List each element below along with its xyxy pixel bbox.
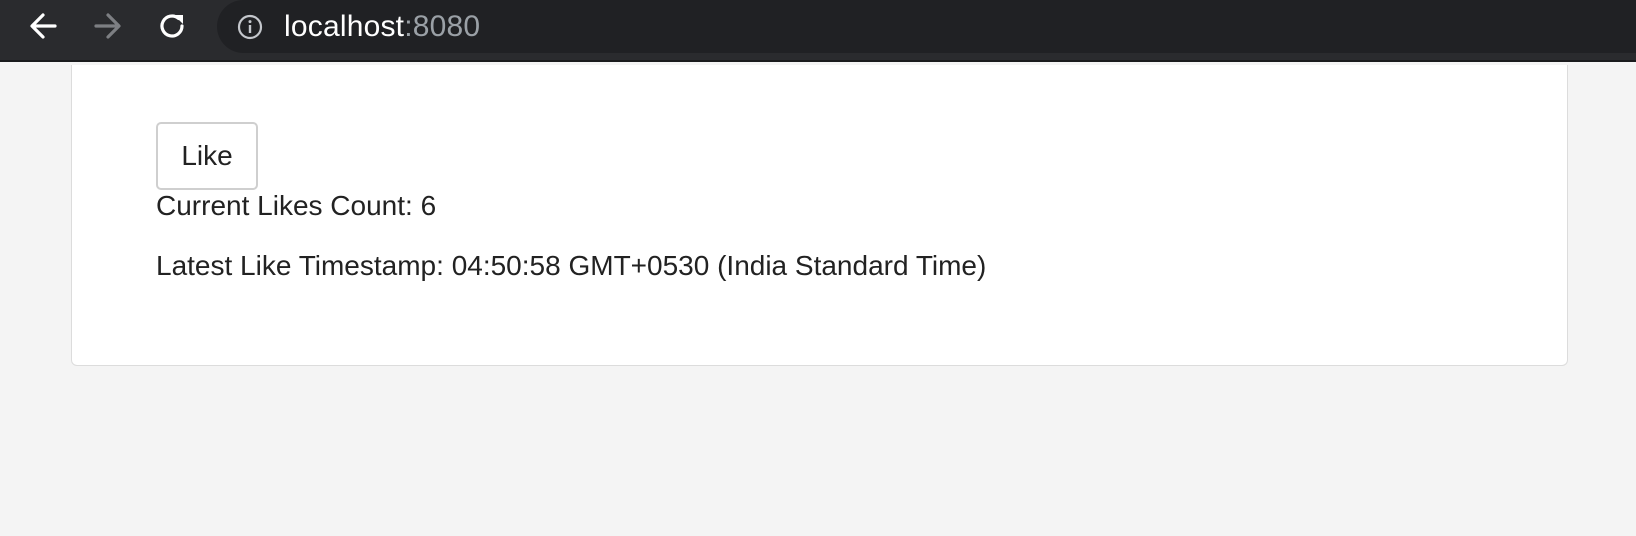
reload-icon [160,14,184,38]
reload-button[interactable] [150,4,194,48]
back-button[interactable] [21,4,65,48]
timestamp-label: Latest Like Timestamp: [156,250,444,281]
likes-count-label: Current Likes Count: [156,190,413,221]
timestamp-text: Latest Like Timestamp: 04:50:58 GMT+0530… [156,249,986,283]
info-icon[interactable] [237,14,263,40]
browser-toolbar: localhost:8080 [0,0,1636,62]
like-button[interactable]: Like [156,122,258,190]
likes-count-text: Current Likes Count: 6 [156,189,436,223]
likes-count-value: 6 [420,190,437,221]
url-host: localhost [284,10,405,43]
url-text[interactable]: localhost:8080 [284,10,480,44]
likes-card: Like Current Likes Count: 6 Latest Like … [71,65,1568,366]
address-bar[interactable]: localhost:8080 [217,0,1636,53]
forward-button[interactable] [86,4,130,48]
timestamp-value: 04:50:58 GMT+0530 (India Standard Time) [451,250,987,281]
page-content: Like Current Likes Count: 6 Latest Like … [0,62,1636,536]
arrow-right-icon [94,13,121,39]
arrow-left-icon [30,13,57,39]
url-port: :8080 [404,10,481,43]
